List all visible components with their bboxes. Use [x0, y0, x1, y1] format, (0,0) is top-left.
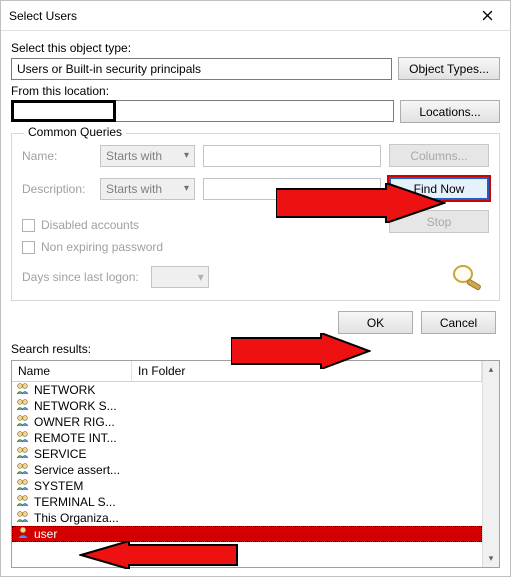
- days-since-logon-label: Days since last logon:: [22, 270, 139, 284]
- description-filter-input[interactable]: [203, 178, 381, 200]
- list-item[interactable]: TERMINAL S...: [12, 494, 482, 510]
- scroll-down-arrow[interactable]: ▾: [483, 550, 499, 567]
- scroll-up-arrow[interactable]: ▴: [483, 361, 499, 378]
- close-button[interactable]: [465, 1, 510, 31]
- list-item-label: SYSTEM: [34, 479, 83, 493]
- group-icon: [16, 398, 30, 414]
- cancel-button[interactable]: Cancel: [421, 311, 496, 334]
- name-filter-input[interactable]: [203, 145, 381, 167]
- columns-button[interactable]: Columns...: [389, 144, 489, 167]
- group-icon: [16, 414, 30, 430]
- search-results-list[interactable]: Name In Folder NETWORK NETWORK S... OWNER …: [11, 360, 500, 568]
- object-type-field[interactable]: Users or Built-in security principals: [11, 58, 392, 80]
- search-results-label: Search results:: [11, 342, 500, 356]
- list-item-label: TERMINAL S...: [34, 495, 116, 509]
- location-field[interactable]: [11, 100, 394, 122]
- list-item-label: OWNER RIG...: [34, 415, 115, 429]
- location-label: From this location:: [11, 84, 500, 98]
- list-item-label: REMOTE INT...: [34, 431, 117, 445]
- list-item-label: NETWORK S...: [34, 399, 117, 413]
- window-title: Select Users: [9, 9, 465, 23]
- name-mode-select[interactable]: Starts with ▾: [100, 145, 195, 167]
- list-item[interactable]: Service assert...: [12, 462, 482, 478]
- list-item[interactable]: OWNER RIG...: [12, 414, 482, 430]
- location-value: [116, 101, 393, 121]
- select-users-dialog: Select Users Select this object type: Us…: [0, 0, 511, 577]
- list-item[interactable]: user: [12, 526, 482, 542]
- list-item-label: This Organiza...: [34, 511, 119, 525]
- column-header-folder[interactable]: In Folder: [132, 361, 482, 382]
- column-header-name[interactable]: Name: [12, 361, 132, 382]
- disabled-accounts-checkbox[interactable]: [22, 219, 35, 232]
- results-rows: NETWORK NETWORK S... OWNER RIG... REMOTE IN…: [12, 382, 482, 542]
- group-icon: [16, 494, 30, 510]
- find-now-button[interactable]: Find Now: [389, 177, 489, 200]
- titlebar: Select Users: [1, 1, 510, 31]
- object-type-value: Users or Built-in security principals: [17, 62, 201, 76]
- close-icon: [482, 10, 493, 21]
- name-filter-label: Name:: [22, 149, 92, 163]
- dialog-body: Select this object type: Users or Built-…: [1, 31, 510, 360]
- group-icon: [16, 478, 30, 494]
- group-icon: [16, 382, 30, 398]
- chevron-down-icon: ▾: [184, 183, 189, 194]
- disabled-accounts-label: Disabled accounts: [41, 218, 139, 232]
- list-item[interactable]: REMOTE INT...: [12, 430, 482, 446]
- group-icon: [16, 462, 30, 478]
- chevron-down-icon: ▾: [198, 270, 204, 284]
- group-icon: [16, 510, 30, 526]
- dialog-buttons: OK Cancel: [11, 301, 500, 342]
- description-mode-select[interactable]: Starts with ▾: [100, 178, 195, 200]
- group-icon: [16, 430, 30, 446]
- group-icon: [16, 446, 30, 462]
- object-type-label: Select this object type:: [11, 41, 500, 55]
- vertical-scrollbar[interactable]: ▴ ▾: [482, 361, 499, 567]
- days-since-logon-select[interactable]: ▾: [151, 266, 209, 288]
- common-queries-legend: Common Queries: [24, 125, 126, 139]
- stop-button[interactable]: Stop: [389, 210, 489, 233]
- list-item[interactable]: NETWORK S...: [12, 398, 482, 414]
- search-icon: [449, 262, 485, 292]
- non-expiring-label: Non expiring password: [41, 240, 163, 254]
- chevron-down-icon: ▾: [184, 150, 189, 161]
- list-item[interactable]: NETWORK: [12, 382, 482, 398]
- object-types-button[interactable]: Object Types...: [398, 57, 500, 80]
- list-item-label: SERVICE: [34, 447, 86, 461]
- ok-button[interactable]: OK: [338, 311, 413, 334]
- list-item-label: user: [34, 527, 57, 541]
- locations-button[interactable]: Locations...: [400, 100, 500, 123]
- list-item-label: Service assert...: [34, 463, 120, 477]
- list-item[interactable]: SERVICE: [12, 446, 482, 462]
- list-item-label: NETWORK: [34, 383, 95, 397]
- description-filter-label: Description:: [22, 182, 92, 196]
- common-queries-group: Common Queries Name: Starts with ▾ Colum…: [11, 133, 500, 301]
- list-item[interactable]: SYSTEM: [12, 478, 482, 494]
- non-expiring-checkbox[interactable]: [22, 241, 35, 254]
- list-item[interactable]: This Organiza...: [12, 510, 482, 526]
- user-icon: [16, 526, 30, 542]
- location-redacted: [11, 100, 116, 122]
